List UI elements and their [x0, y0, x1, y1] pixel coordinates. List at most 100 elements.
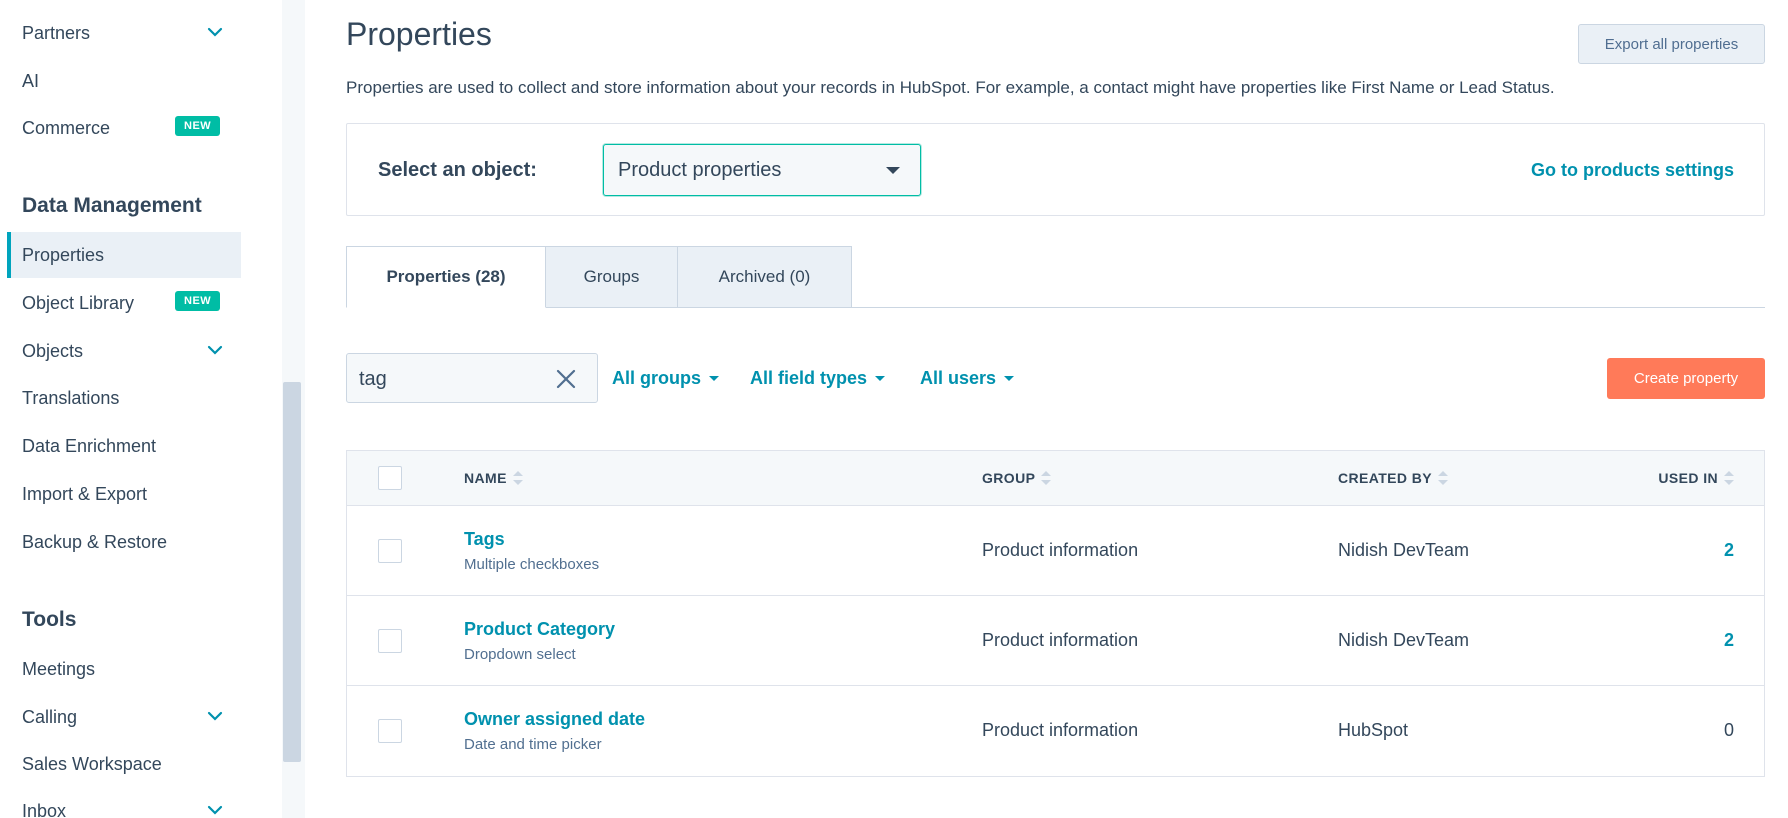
sidebar-item-label: Sales Workspace [22, 753, 162, 774]
sidebar-scrollbar-thumb[interactable] [283, 382, 301, 762]
filter-label: All users [920, 368, 997, 388]
sidebar-item-import-export[interactable]: Import & Export [7, 471, 241, 517]
property-created-by: Nidish DevTeam [1338, 630, 1470, 650]
property-field-type: Dropdown select [464, 646, 576, 663]
table-row: Product Category Dropdown select Product… [347, 596, 1764, 686]
property-group: Product information [982, 630, 1139, 650]
tab-archived[interactable]: Archived (0) [677, 246, 852, 308]
column-label: USED IN [1658, 470, 1718, 486]
page-description: Properties are used to collect and store… [346, 78, 1555, 97]
column-header-group[interactable]: GROUP [982, 470, 1052, 486]
column-label: CREATED BY [1338, 470, 1432, 486]
caret-down-icon [1004, 376, 1015, 381]
settings-sidebar: Partners AI Commerce NEW Data Management… [0, 0, 282, 818]
sidebar-item-calling[interactable]: Calling [7, 694, 241, 740]
sidebar-item-label: Objects [22, 340, 84, 361]
filter-label: All field types [750, 368, 868, 388]
sort-icon [1437, 470, 1448, 486]
column-header-created-by[interactable]: CREATED BY [1338, 470, 1448, 486]
property-used-in-link[interactable]: 2 [1724, 630, 1734, 651]
sidebar-item-object-library[interactable]: Object Library NEW [7, 280, 241, 326]
sidebar-item-ai[interactable]: AI [7, 58, 241, 104]
sort-icon [1041, 470, 1052, 486]
column-label: NAME [464, 470, 507, 486]
object-selector-panel: Select an object: Product properties Go … [346, 123, 1765, 216]
app: Partners AI Commerce NEW Data Management… [0, 0, 1788, 818]
table-header: NAME GROUP CREATED BY USED IN [347, 451, 1764, 506]
property-created-by: Nidish DevTeam [1338, 540, 1470, 560]
sort-icon [1724, 470, 1734, 486]
sidebar-item-label: Data Enrichment [22, 435, 157, 456]
property-group: Product information [982, 720, 1139, 740]
select-all-checkbox[interactable] [378, 466, 402, 490]
property-search [346, 353, 598, 403]
property-name-link[interactable]: Product Category [464, 619, 615, 640]
all-groups-filter[interactable]: All groups [612, 368, 719, 389]
section-heading-data-management: Data Management [22, 194, 202, 217]
sidebar-item-label: Translations [22, 387, 120, 408]
sidebar-item-label: AI [22, 70, 40, 91]
property-name-link[interactable]: Owner assigned date [464, 709, 645, 730]
sidebar-item-sales-workspace[interactable]: Sales Workspace [7, 741, 241, 787]
property-field-type: Multiple checkboxes [464, 556, 600, 573]
properties-table: NAME GROUP CREATED BY USED IN Tags Multi… [346, 450, 1765, 777]
export-all-properties-button[interactable]: Export all properties [1578, 24, 1765, 64]
caret-down-icon [875, 376, 886, 381]
tab-groups[interactable]: Groups [545, 246, 678, 308]
column-header-used-in[interactable]: USED IN [1658, 470, 1734, 486]
sidebar-item-objects[interactable]: Objects [7, 328, 241, 374]
row-checkbox[interactable] [378, 539, 402, 563]
sidebar-item-label: Properties [22, 244, 105, 265]
property-used-in: 0 [1723, 720, 1734, 740]
all-users-filter[interactable]: All users [920, 368, 1015, 389]
column-label: GROUP [982, 470, 1036, 486]
object-select-dropdown[interactable]: Product properties [603, 144, 921, 196]
chevron-down-icon[interactable] [205, 340, 225, 360]
sidebar-item-label: Partners [22, 22, 91, 43]
caret-down-icon [886, 167, 900, 174]
sidebar-item-inbox[interactable]: Inbox [7, 788, 241, 818]
object-select-value: Product properties [618, 158, 782, 181]
sidebar-item-meetings[interactable]: Meetings [7, 646, 241, 692]
sidebar-item-label: Import & Export [22, 483, 148, 504]
sidebar-item-partners[interactable]: Partners [7, 10, 241, 56]
sidebar-item-backup-restore[interactable]: Backup & Restore [7, 519, 241, 565]
filter-label: All groups [612, 368, 701, 388]
sidebar-item-label: Backup & Restore [22, 531, 168, 552]
table-row: Tags Multiple checkboxes Product informa… [347, 506, 1764, 596]
chevron-down-icon[interactable] [205, 800, 225, 818]
go-to-products-settings-link[interactable]: Go to products settings [1531, 160, 1734, 181]
caret-down-icon [709, 376, 719, 381]
sidebar-item-label: Meetings [22, 658, 96, 679]
chevron-down-icon[interactable] [205, 706, 225, 726]
new-badge: NEW [175, 116, 221, 136]
sidebar-item-label: Commerce [22, 117, 111, 138]
sidebar-item-data-enrichment[interactable]: Data Enrichment [7, 423, 241, 469]
chevron-down-icon[interactable] [205, 22, 225, 42]
property-field-type: Date and time picker [464, 736, 602, 753]
sidebar-item-label: Object Library [22, 292, 135, 313]
row-checkbox[interactable] [378, 629, 402, 653]
main-content: Properties Export all properties Propert… [305, 0, 1788, 818]
clear-icon[interactable] [555, 368, 577, 390]
sort-icon [512, 470, 523, 486]
row-checkbox[interactable] [378, 719, 402, 743]
property-used-in-link[interactable]: 2 [1724, 540, 1734, 561]
column-header-name[interactable]: NAME [464, 470, 523, 486]
sidebar-item-commerce[interactable]: Commerce NEW [7, 105, 241, 151]
property-created-by: HubSpot [1338, 720, 1409, 740]
new-badge: NEW [175, 291, 221, 311]
sidebar-item-label: Calling [22, 706, 78, 727]
property-name-link[interactable]: Tags [464, 529, 505, 550]
search-input[interactable] [359, 364, 549, 394]
table-row: Owner assigned date Date and time picker… [347, 686, 1764, 776]
create-property-button[interactable]: Create property [1607, 358, 1765, 399]
sidebar-item-translations[interactable]: Translations [7, 375, 241, 421]
tab-properties[interactable]: Properties (28) [346, 246, 546, 308]
sidebar-item-properties[interactable]: Properties [7, 232, 241, 278]
page-title: Properties [346, 16, 492, 52]
all-field-types-filter[interactable]: All field types [750, 368, 886, 389]
property-group: Product information [982, 540, 1139, 560]
sidebar-item-label: Inbox [22, 800, 67, 818]
object-selector-label: Select an object: [378, 159, 537, 181]
